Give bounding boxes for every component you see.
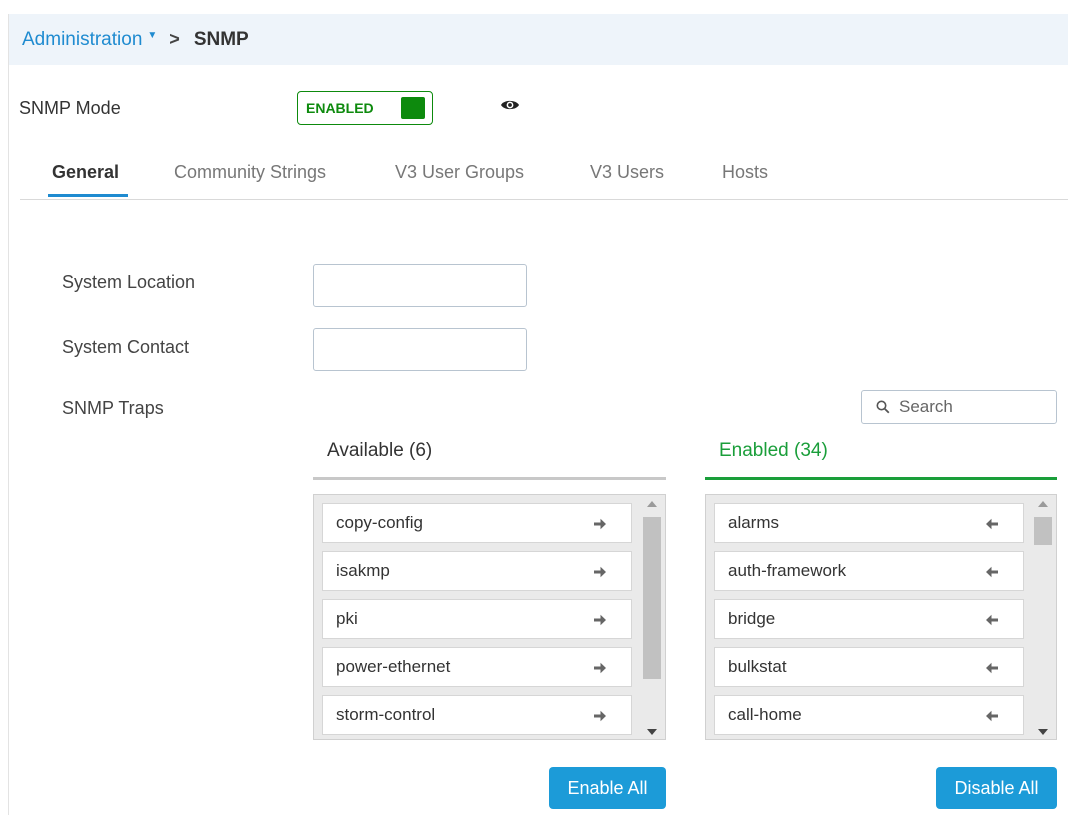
list-item-label: auth-framework bbox=[728, 561, 847, 580]
list-item[interactable]: call-home bbox=[714, 695, 1024, 735]
arrow-left-icon[interactable] bbox=[985, 709, 999, 723]
snmp-mode-toggle-text: ENABLED bbox=[306, 100, 374, 116]
system-contact-label: System Contact bbox=[62, 337, 190, 357]
tab-hosts[interactable]: Hosts bbox=[722, 162, 768, 183]
arrow-right-icon[interactable] bbox=[593, 565, 607, 579]
list-item[interactable]: isakmp bbox=[322, 551, 632, 591]
scroll-up-icon[interactable] bbox=[647, 501, 657, 507]
search-placeholder: Search bbox=[899, 397, 953, 416]
enabled-list: alarms auth-framework bridge bulkstat ca… bbox=[705, 494, 1057, 740]
list-item-label: power-ethernet bbox=[336, 657, 451, 676]
list-item-label: copy-config bbox=[336, 513, 423, 532]
scroll-thumb[interactable] bbox=[643, 517, 661, 679]
system-location-input[interactable] bbox=[313, 264, 527, 307]
list-item-label: pki bbox=[336, 609, 358, 628]
snmp-mode-label: SNMP Mode bbox=[19, 98, 121, 118]
arrow-right-icon[interactable] bbox=[593, 661, 607, 675]
available-list: copy-config isakmp pki power-ethernet st… bbox=[313, 494, 666, 740]
arrow-right-icon[interactable] bbox=[593, 709, 607, 723]
tab-general[interactable]: General bbox=[52, 162, 119, 183]
snmp-traps-label: SNMP Traps bbox=[62, 398, 164, 418]
list-item-label: call-home bbox=[728, 705, 802, 724]
active-tab-indicator bbox=[48, 194, 128, 197]
page-left-border bbox=[8, 14, 9, 815]
enable-all-button[interactable]: Enable All bbox=[549, 767, 666, 809]
list-item-label: bulkstat bbox=[728, 657, 787, 676]
list-item-label: isakmp bbox=[336, 561, 390, 580]
enabled-header-rule bbox=[705, 477, 1057, 480]
page-title: SNMP bbox=[193, 28, 249, 50]
enabled-scrollbar[interactable] bbox=[1034, 501, 1052, 735]
enabled-header: Enabled (34) bbox=[719, 440, 828, 461]
arrow-left-icon[interactable] bbox=[985, 661, 999, 675]
breadcrumb-administration-link[interactable]: Administration bbox=[22, 29, 142, 51]
search-input[interactable]: Search bbox=[861, 390, 1057, 424]
tab-bar: General Community Strings V3 User Groups… bbox=[20, 160, 1068, 200]
eye-icon[interactable] bbox=[500, 98, 520, 112]
disable-all-button[interactable]: Disable All bbox=[936, 767, 1057, 809]
available-header-rule bbox=[313, 477, 666, 480]
scroll-down-icon[interactable] bbox=[647, 729, 657, 735]
list-item[interactable]: alarms bbox=[714, 503, 1024, 543]
arrow-left-icon[interactable] bbox=[985, 565, 999, 579]
snmp-mode-toggle[interactable]: ENABLED bbox=[297, 91, 433, 125]
arrow-right-icon[interactable] bbox=[593, 613, 607, 627]
list-item-label: bridge bbox=[728, 609, 776, 628]
available-header: Available (6) bbox=[327, 440, 433, 461]
list-item[interactable]: storm-control bbox=[322, 695, 632, 735]
list-item[interactable]: bridge bbox=[714, 599, 1024, 639]
chevron-right-icon: > bbox=[169, 29, 180, 49]
list-item[interactable]: copy-config bbox=[322, 503, 632, 543]
arrow-left-icon[interactable] bbox=[985, 517, 999, 531]
scroll-up-icon[interactable] bbox=[1038, 501, 1048, 507]
list-item[interactable]: auth-framework bbox=[714, 551, 1024, 591]
system-location-label: System Location bbox=[62, 272, 196, 292]
arrow-left-icon[interactable] bbox=[985, 613, 999, 627]
system-contact-input[interactable] bbox=[313, 328, 527, 371]
scroll-thumb[interactable] bbox=[1034, 517, 1052, 545]
tab-v3-users[interactable]: V3 Users bbox=[590, 162, 664, 183]
available-scrollbar[interactable] bbox=[643, 501, 661, 735]
list-item[interactable]: pki bbox=[322, 599, 632, 639]
breadcrumb: Administration ▼ > SNMP bbox=[9, 14, 1068, 65]
tab-community-strings[interactable]: Community Strings bbox=[174, 162, 326, 183]
list-item-label: alarms bbox=[728, 513, 780, 532]
arrow-right-icon[interactable] bbox=[593, 517, 607, 531]
toggle-knob bbox=[401, 97, 425, 119]
caret-down-icon[interactable]: ▼ bbox=[147, 30, 157, 41]
scroll-down-icon[interactable] bbox=[1038, 729, 1048, 735]
list-item[interactable]: bulkstat bbox=[714, 647, 1024, 687]
tab-v3-user-groups[interactable]: V3 User Groups bbox=[395, 162, 524, 183]
list-item[interactable]: power-ethernet bbox=[322, 647, 632, 687]
search-icon bbox=[876, 400, 890, 414]
list-item-label: storm-control bbox=[336, 705, 436, 724]
